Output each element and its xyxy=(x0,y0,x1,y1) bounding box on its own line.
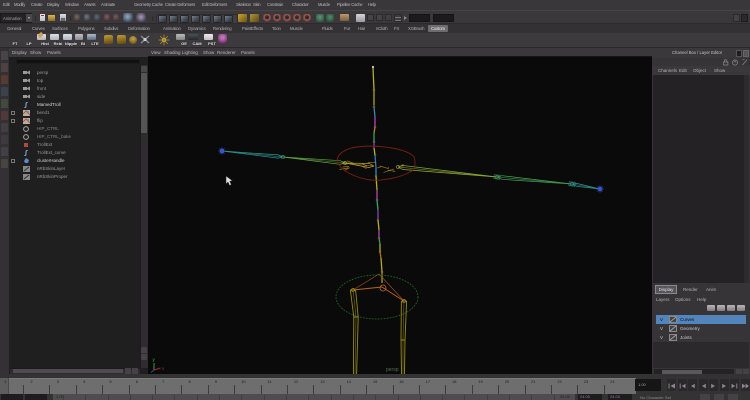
svg-text:persp: persp xyxy=(386,367,399,373)
svg-text:x: x xyxy=(162,366,165,371)
svg-text:y: y xyxy=(153,357,156,362)
